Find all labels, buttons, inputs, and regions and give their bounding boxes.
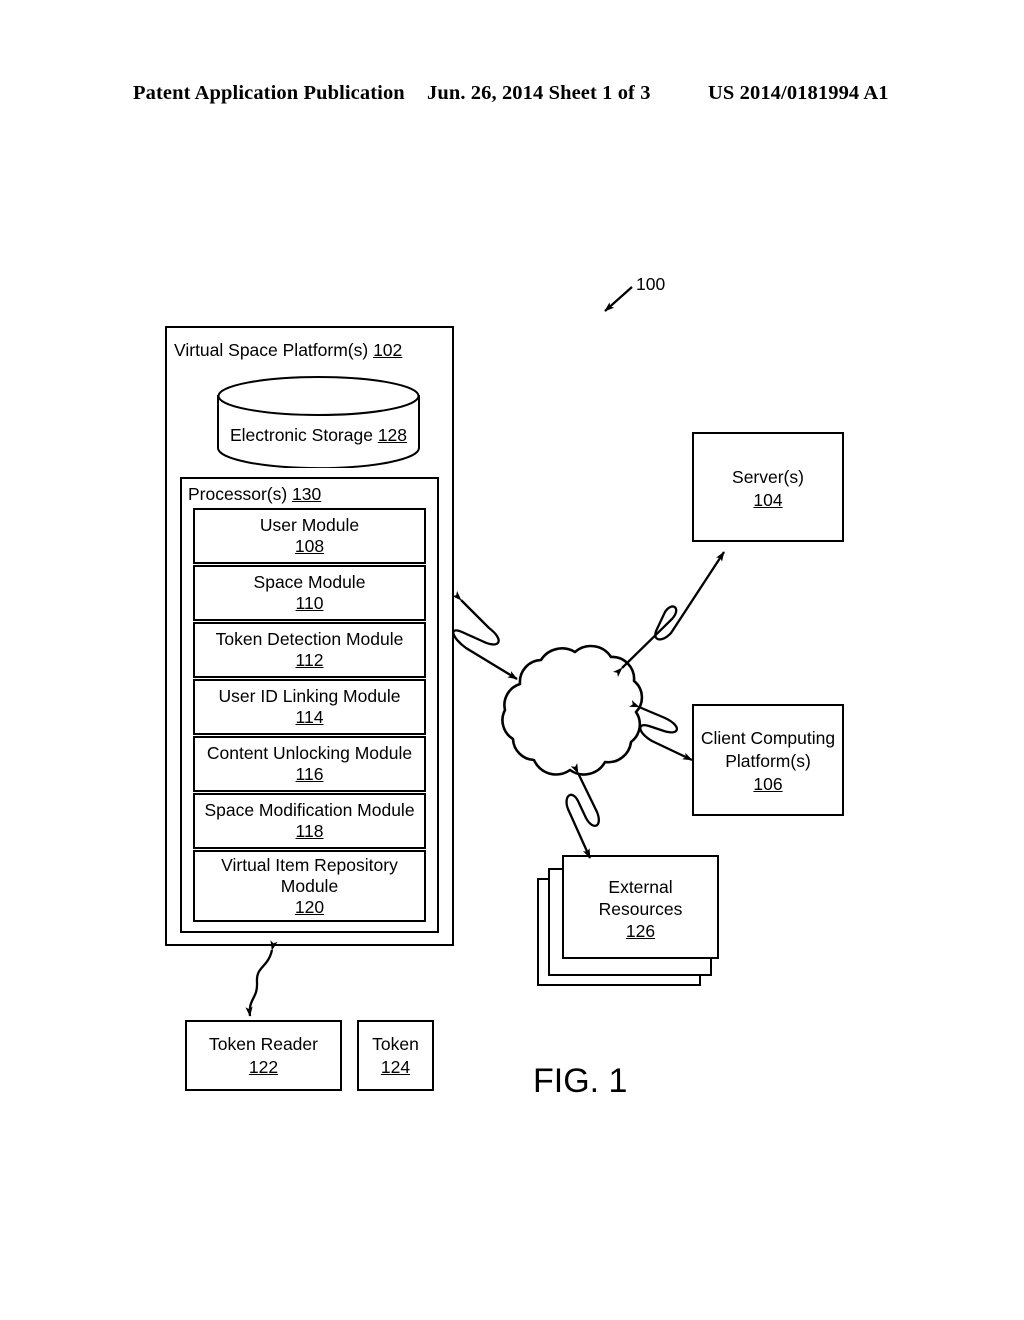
module-ref: 118 (295, 821, 324, 841)
electronic-storage-label-text: Electronic Storage (229, 425, 378, 445)
electronic-storage-label: Electronic Storage 128 (217, 425, 420, 446)
module-name: Space Modification Module (204, 800, 415, 820)
token-reader-ref: 122 (248, 1057, 279, 1077)
server-ref: 104 (753, 490, 783, 510)
external-resources-label: External Resources 126 (562, 876, 719, 942)
connector-cloud-server (612, 551, 725, 678)
virtual-space-platform-ref: 102 (373, 340, 403, 360)
client-ref: 106 (753, 774, 783, 794)
module-ref: 110 (295, 593, 324, 613)
module-box-token-detection: Token Detection Module 112 (193, 622, 426, 678)
figure-caption: FIG. 1 (533, 1062, 628, 1100)
module-ref: 116 (295, 764, 324, 784)
connector-platform-cloud (451, 590, 518, 680)
page-header: Patent Application Publication Jun. 26, … (0, 82, 1024, 116)
system-callout-leader (604, 286, 633, 312)
server-name: Server(s) (732, 467, 804, 487)
module-name: Content Unlocking Module (206, 743, 413, 763)
electronic-storage-ref: 128 (377, 425, 408, 445)
token-label: Token 124 (357, 1033, 434, 1079)
module-ref: 108 (294, 536, 325, 556)
external-resources-line-2: Resources (598, 899, 683, 919)
module-box-virtual-item-repository: Virtual Item Repository Module 120 (193, 850, 426, 922)
publication-date-sheet: Jun. 26, 2014 Sheet 1 of 3 (427, 82, 651, 104)
network-cloud-icon (501, 644, 644, 776)
publication-number: US 2014/0181994 A1 (708, 82, 889, 104)
module-name: User Module (259, 515, 360, 535)
electronic-storage-cylinder (217, 376, 420, 468)
module-name: Virtual Item Repository Module (221, 854, 398, 896)
external-resources-line-1: External (608, 877, 673, 897)
publication-label: Patent Application Publication (133, 82, 405, 104)
virtual-space-platform-title-text: Virtual Space Platform(s) (174, 340, 374, 360)
module-box-user-id-linking: User ID Linking Module 114 (193, 679, 426, 735)
server-label: Server(s) 104 (692, 466, 844, 512)
module-ref: 114 (295, 707, 324, 727)
module-box-space-modification: Space Modification Module 118 (193, 793, 426, 849)
token-name: Token (372, 1034, 419, 1054)
module-name: Space Module (253, 572, 366, 592)
connector-platform-token-reader (245, 940, 278, 1017)
module-box-user: User Module 108 (193, 508, 426, 564)
module-name: Token Detection Module (215, 629, 404, 649)
token-reader-name: Token Reader (209, 1034, 318, 1054)
token-ref: 124 (380, 1057, 411, 1077)
module-box-content-unlocking: Content Unlocking Module 116 (193, 736, 426, 792)
client-name-line-2: Platform(s) (725, 751, 811, 771)
module-name: User ID Linking Module (218, 686, 401, 706)
diagram-connectors-overlay (245, 286, 725, 1017)
connector-cloud-external-resources (565, 763, 600, 859)
module-box-space: Space Module 110 (193, 565, 426, 621)
virtual-space-platform-title: Virtual Space Platform(s) 102 (174, 340, 402, 361)
token-reader-label: Token Reader 122 (185, 1033, 342, 1079)
processor-title-text: Processor(s) (188, 484, 293, 504)
processor-title: Processor(s) 130 (188, 484, 321, 505)
system-callout-label: 100 (636, 274, 666, 294)
module-ref: 120 (294, 896, 325, 917)
external-resources-ref: 126 (625, 921, 656, 941)
client-name-line-1: Client Computing (700, 728, 836, 748)
processor-ref: 130 (292, 484, 322, 504)
client-computing-platform-label: Client Computing Platform(s) 106 (692, 727, 844, 796)
module-ref: 112 (295, 650, 324, 670)
connector-cloud-client (629, 700, 693, 762)
